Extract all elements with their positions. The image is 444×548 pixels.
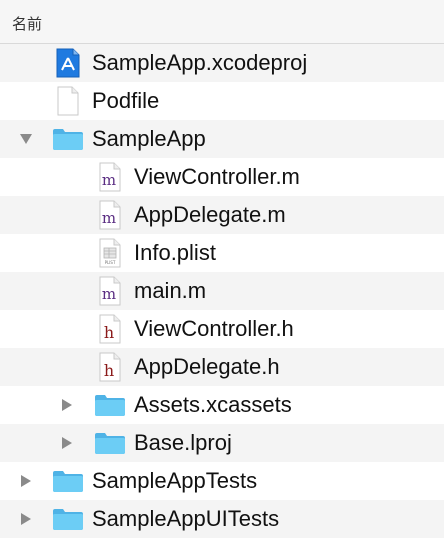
file-list: SampleApp.xcodeproj Podfile SampleApp m …: [0, 44, 444, 538]
list-item[interactable]: m AppDelegate.m: [0, 196, 444, 234]
folder-icon: [94, 386, 126, 424]
folder-icon: [52, 120, 84, 158]
header-h-file-icon: h: [94, 348, 126, 386]
item-label: ViewController.h: [134, 316, 294, 341]
item-label: SampleApp.xcodeproj: [92, 50, 308, 75]
objc-m-file-icon: m: [94, 158, 126, 196]
list-item[interactable]: Base.lproj: [0, 424, 444, 462]
svg-text:h: h: [104, 323, 114, 342]
folder-icon: [52, 462, 84, 500]
item-label: AppDelegate.h: [134, 354, 280, 379]
list-item[interactable]: SampleAppTests: [0, 462, 444, 500]
header-h-file-icon: h: [94, 310, 126, 348]
objc-m-file-icon: m: [94, 196, 126, 234]
folder-icon: [94, 424, 126, 462]
list-item[interactable]: Assets.xcassets: [0, 386, 444, 424]
item-label: main.m: [134, 278, 207, 303]
item-label: SampleApp: [92, 126, 206, 151]
disclosure-right-icon[interactable]: [57, 424, 77, 462]
xcodeproj-icon: [52, 44, 84, 82]
plist-file-icon: PLIST: [94, 234, 126, 272]
disclosure-down-icon[interactable]: [16, 120, 36, 158]
column-header[interactable]: 名前: [0, 0, 444, 44]
objc-m-file-icon: m: [94, 272, 126, 310]
folder-icon: [52, 500, 84, 538]
disclosure-right-icon[interactable]: [57, 386, 77, 424]
item-label: Assets.xcassets: [134, 392, 292, 417]
svg-text:m: m: [102, 285, 116, 303]
list-item[interactable]: PLIST Info.plist: [0, 234, 444, 272]
list-item[interactable]: SampleAppUITests: [0, 500, 444, 538]
list-item[interactable]: Podfile: [0, 82, 444, 120]
item-label: SampleAppUITests: [92, 506, 280, 531]
item-label: Info.plist: [134, 240, 216, 265]
list-item[interactable]: SampleApp.xcodeproj: [0, 44, 444, 82]
disclosure-right-icon[interactable]: [16, 500, 36, 538]
item-label: AppDelegate.m: [134, 202, 286, 227]
list-item[interactable]: h AppDelegate.h: [0, 348, 444, 386]
item-label: Base.lproj: [134, 430, 232, 455]
list-item[interactable]: m ViewController.m: [0, 158, 444, 196]
disclosure-right-icon[interactable]: [16, 462, 36, 500]
svg-text:h: h: [104, 361, 114, 380]
list-item[interactable]: h ViewController.h: [0, 310, 444, 348]
svg-text:PLIST: PLIST: [105, 260, 116, 265]
svg-text:m: m: [102, 171, 116, 189]
svg-text:m: m: [102, 209, 116, 227]
name-column-label: 名前: [12, 16, 43, 33]
document-icon: [52, 82, 84, 120]
list-item[interactable]: m main.m: [0, 272, 444, 310]
item-label: SampleAppTests: [92, 468, 258, 493]
item-label: ViewController.m: [134, 164, 300, 189]
list-item[interactable]: SampleApp: [0, 120, 444, 158]
item-label: Podfile: [92, 88, 160, 113]
